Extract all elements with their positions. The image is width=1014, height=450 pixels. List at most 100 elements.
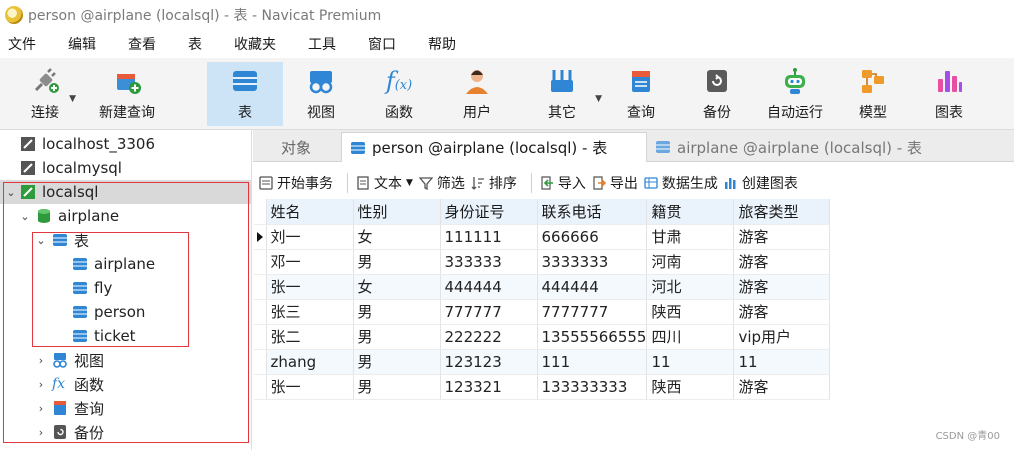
table-cell[interactable]: 男	[353, 374, 441, 400]
table-cell[interactable]: 11	[733, 349, 831, 375]
table-cell[interactable]: 甘肃	[646, 224, 735, 250]
filter-button[interactable]: 筛选	[418, 173, 465, 193]
table-cell[interactable]: 陕西	[646, 299, 735, 325]
other-button[interactable]: 其它 ▼	[522, 62, 602, 126]
tree-node-queries[interactable]: › 查询	[0, 396, 104, 420]
table-row[interactable]: 邓一 男 333333 3333333 河南 游客	[254, 249, 831, 275]
tree-connection-localhost-3306[interactable]: localhost_3306	[0, 132, 155, 156]
column-header-name[interactable]: 姓名	[266, 199, 354, 225]
chevron-down-icon[interactable]: ▼	[69, 94, 76, 104]
table-row[interactable]: 张二 男 222222 13555566555 四川 vip用户	[254, 324, 831, 350]
tab-airplane-table[interactable]: airplane @airplane (localsql) - 表	[647, 132, 953, 162]
table-row[interactable]: 张一 女 444444 444444 河北 游客	[254, 274, 831, 300]
table-row[interactable]: 张三 男 777777 7777777 陕西 游客	[254, 299, 831, 325]
table-cell[interactable]: 444444	[440, 274, 538, 300]
column-header-hometown[interactable]: 籍贯	[646, 199, 735, 225]
generate-data-button[interactable]: 数据生成	[644, 173, 718, 193]
import-button[interactable]: 导入	[540, 173, 586, 193]
tree-table-ticket[interactable]: ticket	[0, 324, 136, 348]
menu-table[interactable]: 表	[188, 34, 202, 54]
chevron-right-icon[interactable]: ›	[34, 354, 48, 367]
export-button[interactable]: 导出	[592, 173, 638, 193]
table-cell[interactable]: 张一	[266, 274, 354, 300]
table-cell[interactable]: 四川	[646, 324, 735, 350]
table-cell[interactable]: 3333333	[537, 249, 648, 275]
table-cell[interactable]: 111	[537, 349, 648, 375]
table-cell[interactable]: 张一	[266, 374, 354, 400]
table-cell[interactable]: 河南	[646, 249, 735, 275]
table-cell[interactable]: 刘一	[266, 224, 354, 250]
chevron-down-icon[interactable]: ▼	[595, 94, 602, 104]
table-cell[interactable]: 陕西	[646, 374, 735, 400]
table-cell[interactable]: 男	[353, 249, 441, 275]
new-query-button[interactable]: 新建查询	[92, 62, 162, 126]
chevron-down-icon[interactable]: ▼	[406, 178, 413, 188]
table-row[interactable]: 张一 男 123321 133333333 陕西 游客	[254, 374, 831, 400]
user-button[interactable]: 用户	[444, 62, 510, 126]
tab-objects[interactable]: 对象	[253, 132, 341, 162]
table-cell[interactable]: 666666	[537, 224, 648, 250]
tree-node-backups[interactable]: › 备份	[0, 420, 104, 444]
table-button[interactable]: 表	[207, 62, 283, 126]
table-row[interactable]: 刘一 女 111111 666666 甘肃 游客	[254, 224, 831, 250]
table-cell[interactable]: 张三	[266, 299, 354, 325]
tab-person-table[interactable]: person @airplane (localsql) - 表	[341, 132, 647, 162]
chevron-down-icon[interactable]: ⌄	[34, 234, 48, 247]
function-button[interactable]: f(x) 函数	[366, 62, 432, 126]
table-cell[interactable]: 女	[353, 274, 441, 300]
table-cell[interactable]: 111111	[440, 224, 538, 250]
model-button[interactable]: 模型	[842, 62, 904, 126]
table-cell[interactable]: 张二	[266, 324, 354, 350]
table-cell[interactable]: 444444	[537, 274, 648, 300]
chart-button[interactable]: 图表	[918, 62, 980, 126]
tree-node-tables[interactable]: ⌄ 表	[0, 228, 89, 252]
menu-tools[interactable]: 工具	[308, 34, 336, 54]
column-header-id-number[interactable]: 身份证号	[440, 199, 538, 225]
table-cell[interactable]: 男	[353, 324, 441, 350]
table-cell[interactable]: 男	[353, 299, 441, 325]
chevron-down-icon[interactable]: ⌄	[4, 186, 18, 199]
table-cell[interactable]: 13555566555	[537, 324, 648, 350]
chevron-right-icon[interactable]: ›	[34, 402, 48, 415]
menu-favorites[interactable]: 收藏夹	[234, 34, 276, 54]
tree-node-functions[interactable]: › fx 函数	[0, 372, 104, 396]
tree-table-airplane[interactable]: airplane	[0, 252, 155, 276]
backup-button[interactable]: 备份	[686, 62, 748, 126]
column-header-passenger-type[interactable]: 旅客类型	[733, 199, 831, 225]
create-chart-button[interactable]: 创建图表	[724, 173, 798, 193]
table-row[interactable]: zhang 男 123123 111 11 11	[254, 349, 831, 375]
table-cell[interactable]: vip用户	[733, 324, 831, 350]
table-cell[interactable]: 133333333	[537, 374, 648, 400]
tree-connection-localmysql[interactable]: localmysql	[0, 156, 122, 180]
chevron-right-icon[interactable]: ›	[34, 426, 48, 439]
sort-button[interactable]: 排序	[471, 173, 517, 193]
column-header-gender[interactable]: 性别	[353, 199, 441, 225]
table-cell[interactable]: 游客	[733, 374, 831, 400]
menu-file[interactable]: 文件	[8, 34, 36, 54]
text-button[interactable]: 文本 ▼	[356, 173, 413, 193]
table-cell[interactable]: 123123	[440, 349, 538, 375]
connect-button[interactable]: 连接 ▼	[14, 62, 76, 126]
table-cell[interactable]: 女	[353, 224, 441, 250]
table-cell[interactable]: 777777	[440, 299, 538, 325]
menu-help[interactable]: 帮助	[428, 34, 456, 54]
table-cell[interactable]: 男	[353, 349, 441, 375]
table-cell[interactable]: 333333	[440, 249, 538, 275]
table-cell[interactable]: 游客	[733, 224, 831, 250]
menu-edit[interactable]: 编辑	[68, 34, 96, 54]
tree-connection-localsql[interactable]: ⌄ localsql	[0, 180, 251, 204]
automation-button[interactable]: 自动运行	[760, 62, 830, 126]
table-cell[interactable]: 123321	[440, 374, 538, 400]
table-cell[interactable]: 邓一	[266, 249, 354, 275]
table-cell[interactable]: 游客	[733, 249, 831, 275]
table-cell[interactable]: zhang	[266, 349, 354, 375]
query-button[interactable]: 查询	[610, 62, 672, 126]
tree-table-person[interactable]: person	[0, 300, 145, 324]
table-cell[interactable]: 7777777	[537, 299, 648, 325]
menu-window[interactable]: 窗口	[368, 34, 396, 54]
chevron-right-icon[interactable]: ›	[34, 378, 48, 391]
table-cell[interactable]: 11	[646, 349, 735, 375]
tree-database-airplane[interactable]: ⌄ airplane	[0, 204, 119, 228]
view-button[interactable]: 视图	[288, 62, 354, 126]
column-header-phone[interactable]: 联系电话	[537, 199, 648, 225]
